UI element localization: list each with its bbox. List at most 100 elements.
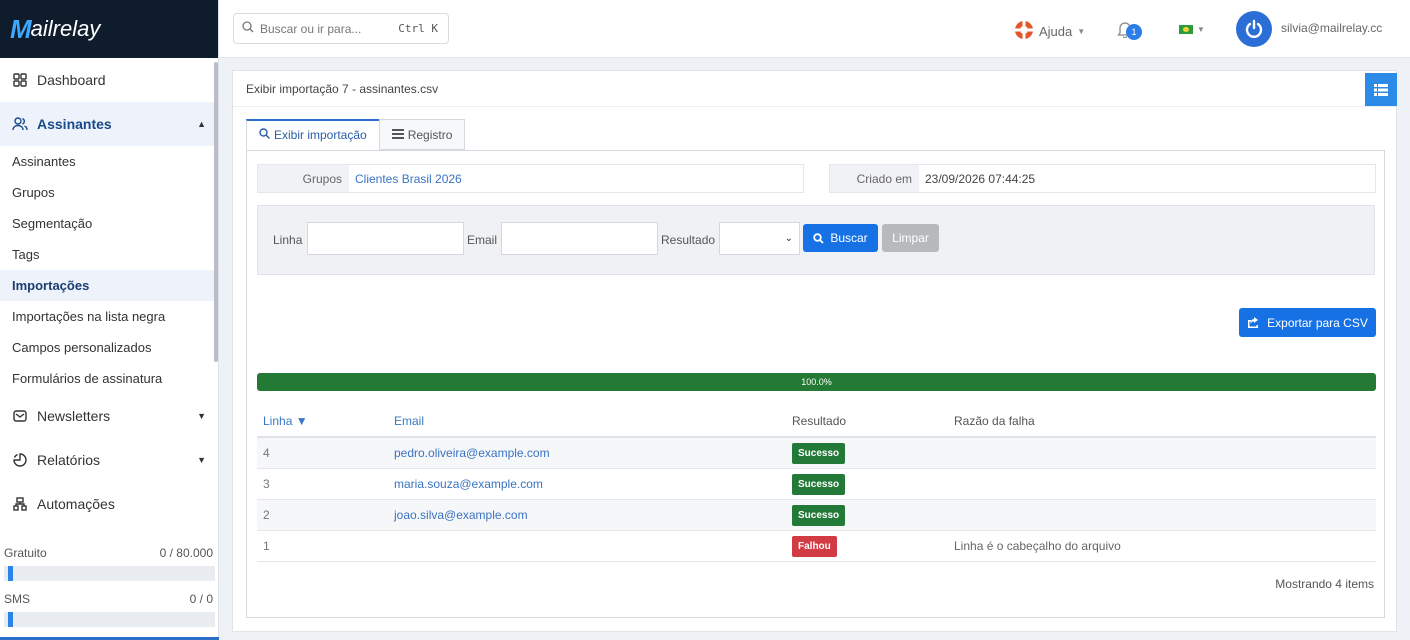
created-info: Criado em 23/09/2026 07:44:25: [829, 164, 1376, 193]
sidebar-subitem-custom-fields[interactable]: Campos personalizados: [0, 332, 218, 363]
sidebar-subitem-signup-forms[interactable]: Formulários de assinatura: [0, 363, 218, 394]
created-value: 23/09/2026 07:44:25: [925, 171, 1036, 186]
language-selector[interactable]: ▼: [1179, 25, 1205, 34]
cell-email[interactable]: maria.souza@example.com: [394, 477, 792, 491]
import-detail-card: Exibir importação 7 - assinantes.csv Exi…: [232, 70, 1397, 632]
sidebar-nav: Dashboard Assinantes ▲ Assinantes Grupos…: [0, 58, 218, 536]
sidebar: M ailrelay Dashboard Assinantes ▲ Assina…: [0, 0, 219, 640]
result-filter-label: Resultado: [661, 233, 716, 247]
page-title: Exibir importação 7 - assinantes.csv: [233, 71, 1396, 107]
status-badge: Sucesso: [792, 473, 846, 495]
chevron-down-icon: ⌄: [784, 233, 793, 244]
sidebar-item-reports[interactable]: Relatórios ▼: [0, 438, 218, 482]
column-header-email[interactable]: Email: [394, 414, 792, 428]
cell-reason: Linha é o cabeçalho do arquivo: [954, 539, 1121, 553]
search-doc-icon: [259, 128, 270, 142]
groups-value[interactable]: Clientes Brasil 2026: [349, 165, 462, 192]
sidebar-item-label: Assinantes: [37, 116, 112, 132]
column-header-line[interactable]: Linha ▼: [257, 414, 394, 428]
email-filter-label: Email: [467, 233, 498, 247]
status-badge: Sucesso: [792, 442, 846, 464]
quota-value: 0 / 80.000: [159, 546, 213, 560]
notification-badge: 1: [1126, 24, 1142, 40]
share-icon: [1248, 317, 1259, 328]
cell-line: 3: [263, 477, 270, 491]
line-filter-label: Linha: [273, 233, 303, 247]
table-body: 4 pedro.oliveira@example.com Sucesso 3 m…: [257, 438, 1376, 562]
created-label: Criado em: [830, 165, 919, 192]
search-input[interactable]: Buscar ou ir para... Ctrl K: [233, 13, 449, 44]
brazil-flag-icon: [1179, 25, 1193, 34]
top-header: Buscar ou ir para... Ctrl K Ajuda ▼ 1 ▼ …: [219, 0, 1410, 58]
sidebar-item-dashboard[interactable]: Dashboard: [0, 58, 218, 102]
grid-icon: [12, 72, 28, 88]
quota-sms: SMS 0 / 0: [0, 592, 219, 627]
sidebar-subitem-segmentation[interactable]: Segmentação: [0, 208, 218, 239]
sidebar-item-subscribers[interactable]: Assinantes ▲: [0, 102, 218, 146]
lifebuoy-icon: [1014, 20, 1034, 43]
sidebar-subitem-imports[interactable]: Importações: [0, 270, 218, 301]
chevron-down-icon: ▼: [1077, 27, 1086, 36]
sidebar-subitem-tags[interactable]: Tags: [0, 239, 218, 270]
sidebar-scrollbar[interactable]: [214, 62, 218, 362]
help-menu[interactable]: Ajuda ▼: [1014, 20, 1085, 43]
logo-mark: M: [10, 13, 32, 44]
quota-bar: [4, 612, 215, 627]
help-label: Ajuda: [1039, 24, 1073, 39]
result-filter-select[interactable]: ⌄: [719, 222, 800, 255]
table-row: 3 maria.souza@example.com Sucesso: [257, 469, 1376, 500]
quota-label: Gratuito: [4, 546, 47, 560]
user-email[interactable]: silvia@mailrelay.cc: [1281, 21, 1406, 35]
table-row: 1 Falhou Linha é o cabeçalho do arquivo: [257, 531, 1376, 562]
column-header-result: Resultado: [792, 413, 847, 428]
column-header-reason: Razão da falha: [954, 413, 1035, 428]
sidebar-subitem-subscribers[interactable]: Assinantes: [0, 146, 218, 177]
clear-button[interactable]: Limpar: [882, 224, 939, 252]
line-filter-input[interactable]: [307, 222, 464, 255]
export-csv-button[interactable]: Exportar para CSV: [1239, 308, 1376, 337]
cell-line: 4: [263, 446, 270, 460]
groups-info: Grupos Clientes Brasil 2026: [257, 164, 804, 193]
bars-icon: [391, 128, 404, 142]
quota-bar-fill: [8, 566, 13, 581]
power-icon: [1245, 19, 1263, 38]
sidebar-subitem-groups[interactable]: Grupos: [0, 177, 218, 208]
quota-bar: [4, 566, 215, 581]
list-view-button[interactable]: [1365, 73, 1397, 106]
tab-view-import[interactable]: Exibir importação: [246, 119, 380, 150]
envelope-icon: [12, 408, 28, 424]
search-placeholder: Buscar ou ir para...: [260, 21, 362, 36]
pie-chart-icon: [12, 452, 28, 468]
sidebar-item-label: Newsletters: [37, 408, 111, 424]
tab-label: Exibir importação: [274, 128, 367, 142]
import-results-table: Linha ▼ Email Resultado Razão da falha 4…: [257, 405, 1376, 562]
progress-fill: 100.0%: [257, 373, 1376, 391]
email-filter-input[interactable]: [501, 222, 658, 255]
list-icon: [1374, 83, 1388, 96]
cell-line: 2: [263, 508, 270, 522]
tab-log[interactable]: Registro: [378, 119, 466, 150]
filter-form: Linha Email Resultado ⌄ Buscar Limpar: [257, 205, 1375, 275]
sidebar-item-newsletters[interactable]: Newsletters ▼: [0, 394, 218, 438]
logo[interactable]: M ailrelay: [0, 0, 218, 58]
chevron-up-icon: ▲: [197, 119, 206, 129]
progress-label: 100.0%: [801, 377, 832, 387]
cell-email[interactable]: joao.silva@example.com: [394, 508, 792, 522]
tab-label: Registro: [407, 127, 453, 142]
quota-value: 0 / 0: [189, 592, 213, 606]
avatar[interactable]: [1236, 11, 1272, 47]
search-button[interactable]: Buscar: [803, 224, 878, 252]
sitemap-icon: [12, 496, 28, 512]
quota-bar-fill: [8, 612, 13, 627]
chevron-down-icon: ▼: [197, 411, 206, 421]
export-button-label: Exportar para CSV: [1267, 315, 1368, 330]
cell-email[interactable]: pedro.oliveira@example.com: [394, 446, 792, 460]
quota-free: Gratuito 0 / 80.000: [0, 546, 219, 581]
quota-label: SMS: [4, 592, 31, 606]
sidebar-item-label: Dashboard: [37, 72, 106, 88]
table-row: 2 joao.silva@example.com Sucesso: [257, 500, 1376, 531]
sidebar-subitem-blacklist-imports[interactable]: Importações na lista negra: [0, 301, 218, 332]
search-icon: [242, 21, 254, 36]
sidebar-item-automations[interactable]: Automações: [0, 482, 218, 526]
import-progress-bar: 100.0%: [257, 373, 1376, 391]
